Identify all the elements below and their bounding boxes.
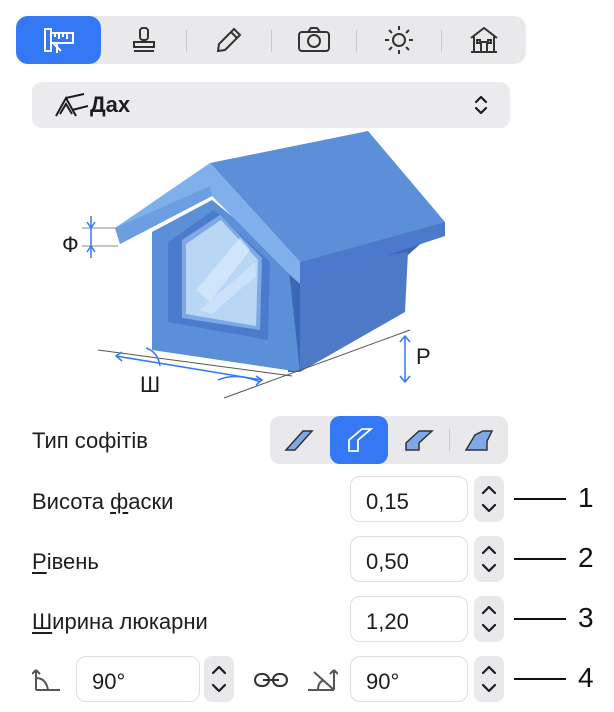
soffit-type-2-icon [348, 428, 374, 452]
callout-3: 3 [578, 602, 594, 633]
right-angle-input[interactable]: 90° [350, 656, 468, 702]
left-angle-icon [32, 669, 60, 691]
tool-camera[interactable] [271, 16, 356, 64]
measure-ruler-icon [43, 28, 74, 53]
soffit-option-2[interactable] [330, 416, 388, 464]
stamp-icon [132, 27, 155, 52]
soffit-option-4[interactable] [450, 416, 508, 464]
tool-sun[interactable] [356, 16, 441, 64]
width-dimension-label: Ш [140, 372, 161, 397]
level-stepper[interactable] [474, 536, 504, 582]
soffit-type-selector [270, 416, 508, 464]
tool-measure[interactable] [16, 16, 101, 64]
soffit-type-1-icon [284, 430, 314, 451]
soffit-option-1[interactable] [270, 416, 328, 464]
pencil-icon [216, 27, 241, 53]
up-down-chevron-icon [474, 95, 488, 115]
dropdown-label: Дах [90, 92, 131, 117]
dormer-width-input[interactable]: 1,20 [350, 596, 468, 642]
level-input[interactable]: 0,50 [350, 536, 468, 582]
camera-icon [297, 27, 330, 52]
chamfer-height-label: Висота фаски [32, 489, 174, 514]
dormer-width-label: Ширина люкарни [32, 609, 208, 634]
roof-icon [55, 93, 89, 117]
dormer-diagram [82, 131, 445, 399]
level-label: Рівень [32, 549, 99, 574]
soffit-type-4-icon [464, 430, 494, 451]
callout-4: 4 [578, 662, 594, 693]
left-angle-input[interactable]: 90° [76, 656, 200, 702]
element-type-dropdown[interactable]: Дах [32, 82, 510, 128]
tool-palette [16, 16, 526, 64]
callout-1: 1 [578, 482, 594, 513]
chamfer-dimension-label: Ф [62, 232, 79, 257]
right-angle-icon [308, 669, 338, 691]
house-icon [469, 26, 498, 53]
link-angles-icon[interactable] [253, 670, 289, 690]
sun-icon [384, 26, 413, 54]
chamfer-height-input[interactable]: 0,15 [350, 476, 468, 522]
tool-house[interactable] [441, 16, 526, 64]
tool-stamp[interactable] [101, 16, 186, 64]
callout-2: 2 [578, 542, 594, 573]
chamfer-height-stepper[interactable] [474, 476, 504, 522]
left-angle-stepper[interactable] [204, 656, 234, 702]
soffit-type-label: Тип софітів [32, 428, 148, 453]
dormer-width-stepper[interactable] [474, 596, 504, 642]
tool-pencil[interactable] [186, 16, 271, 64]
level-dimension-label: Р [416, 344, 431, 369]
soffit-type-3-icon [405, 430, 434, 451]
right-angle-stepper[interactable] [474, 656, 504, 702]
soffit-option-3[interactable] [390, 416, 448, 464]
